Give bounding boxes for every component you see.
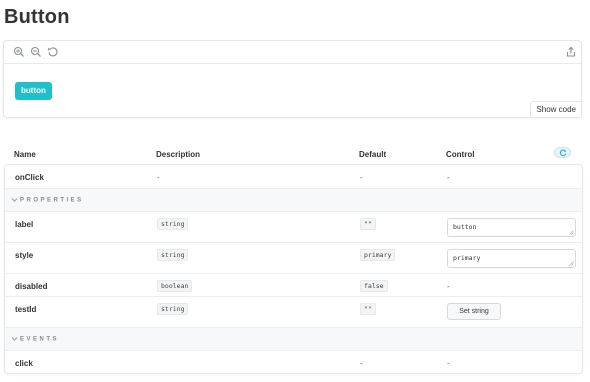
section-properties[interactable]: PROPERTIES	[5, 188, 582, 211]
style-text-input[interactable]: primary	[447, 249, 576, 268]
header-description: Description	[156, 150, 201, 159]
header-control: Control	[446, 150, 475, 159]
section-label-properties: PROPERTIES	[20, 197, 84, 204]
section-events[interactable]: EVENTS	[5, 327, 582, 350]
reset-icon	[559, 149, 567, 157]
table-row-testid: testId string "" Set string	[5, 296, 582, 327]
table-row-click: click - -	[5, 350, 582, 373]
header-default: Default	[359, 150, 387, 159]
arg-name: onClick	[15, 173, 44, 182]
arg-default: -	[360, 173, 363, 182]
set-string-button[interactable]: Set string	[447, 303, 501, 320]
header-name: Name	[14, 150, 36, 159]
reset-zoom-icon[interactable]	[47, 46, 59, 58]
arg-default: ""	[360, 303, 376, 315]
zoom-in-icon[interactable]	[13, 46, 25, 58]
arg-control: -	[447, 173, 450, 182]
arg-default: ""	[360, 218, 376, 230]
arg-type: string	[157, 218, 189, 230]
section-label-events: EVENTS	[20, 336, 60, 343]
chevron-down-icon	[11, 197, 18, 203]
arg-default: -	[360, 359, 363, 368]
table-row-onclick: onClick - - -	[5, 165, 582, 188]
arg-default: false	[360, 280, 388, 292]
arg-name: disabled	[15, 282, 48, 291]
table-row-label: label string "" button	[5, 211, 582, 242]
arg-type: string	[157, 303, 189, 315]
arg-default: primary	[360, 249, 396, 261]
arg-control: -	[447, 359, 450, 368]
table-row-disabled: disabled boolean false -	[5, 273, 582, 296]
table-row-style: style string primary primary	[5, 242, 582, 273]
chevron-down-icon	[11, 336, 18, 342]
arg-name: click	[15, 359, 33, 368]
label-text-input[interactable]: button	[447, 218, 576, 237]
show-code-button[interactable]: Show code	[530, 101, 581, 117]
arg-name: testId	[15, 305, 37, 314]
arg-name: label	[15, 220, 34, 229]
arg-type: string	[157, 249, 189, 261]
resize-grip-icon[interactable]	[569, 261, 574, 266]
preview-toolbar	[4, 41, 581, 64]
arg-type: boolean	[157, 280, 193, 292]
reset-controls-button[interactable]	[554, 147, 571, 158]
preview-canvas: button Show code	[3, 40, 582, 118]
arg-name: style	[15, 251, 34, 260]
resize-grip-icon[interactable]	[569, 230, 574, 235]
arg-description: -	[157, 173, 160, 182]
page-title: Button	[4, 6, 70, 28]
zoom-out-icon[interactable]	[30, 46, 42, 58]
share-icon[interactable]	[565, 46, 577, 58]
args-table: onClick - - - PROPERTIES label string ""…	[4, 164, 583, 374]
demo-button[interactable]: button	[15, 82, 52, 100]
arg-control: -	[447, 282, 450, 291]
